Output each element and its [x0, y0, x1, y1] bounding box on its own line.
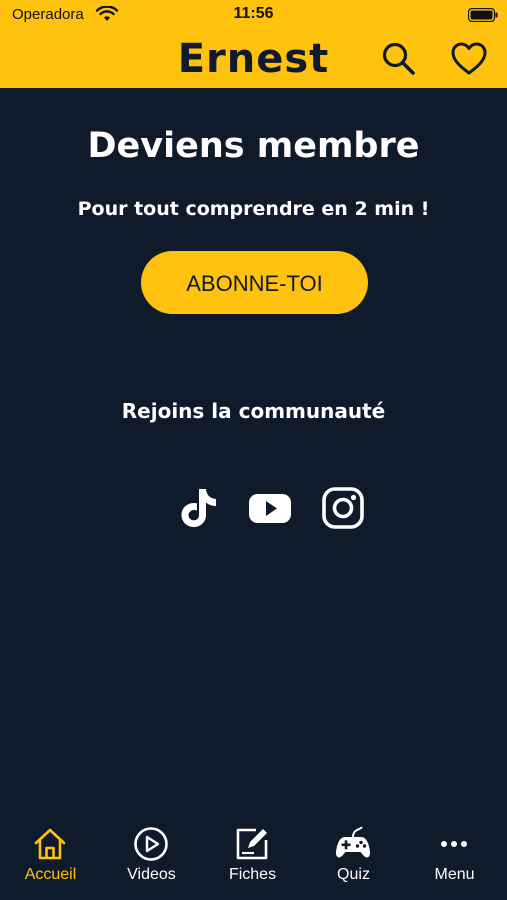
bottom-tab-bar: Accueil Videos Fiches Quiz Menu	[0, 812, 507, 900]
search-icon[interactable]	[380, 40, 418, 78]
tiktok-icon[interactable]	[176, 486, 220, 530]
youtube-icon[interactable]	[248, 486, 292, 530]
subscribe-button[interactable]: ABONNE-TOI	[141, 251, 368, 314]
tab-label: Fiches	[228, 866, 277, 883]
status-bar: Operadora 11:56	[0, 0, 507, 32]
membership-subline: Pour tout comprendre en 2 min !	[77, 198, 430, 220]
battery-icon	[468, 8, 498, 22]
status-time: 11:56	[233, 5, 274, 22]
more-dots-icon	[441, 841, 467, 847]
tab-label: Menu	[434, 866, 475, 883]
tab-label: Quiz	[337, 866, 370, 883]
community-label: Rejoins la communauté	[121, 399, 386, 423]
app-title: Ernest	[177, 36, 330, 82]
tab-accueil[interactable]: Accueil	[0, 812, 101, 900]
heart-icon[interactable]	[450, 40, 488, 78]
gamepad-icon	[335, 826, 371, 858]
tab-videos[interactable]: Videos	[101, 812, 202, 900]
play-circle-icon	[134, 827, 168, 861]
tab-label: Videos	[127, 866, 176, 883]
tab-label: Accueil	[24, 866, 77, 883]
edit-note-icon	[236, 828, 268, 860]
home-icon	[34, 828, 66, 860]
tab-fiches[interactable]: Fiches	[202, 812, 303, 900]
app-header: Operadora 11:56 Ernest	[0, 0, 507, 88]
membership-headline: Deviens membre	[87, 126, 420, 166]
tab-quiz[interactable]: Quiz	[303, 812, 404, 900]
tab-menu[interactable]: Menu	[404, 812, 505, 900]
instagram-icon[interactable]	[321, 486, 365, 530]
